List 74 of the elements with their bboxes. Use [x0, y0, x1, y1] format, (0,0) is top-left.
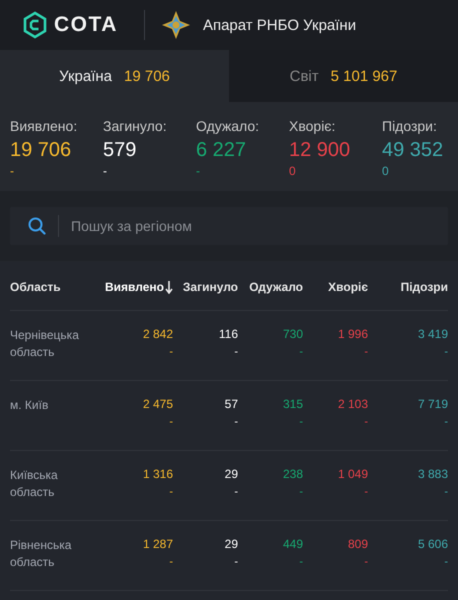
stat-change: - — [196, 164, 200, 178]
cell-change: - — [444, 486, 448, 498]
stat-label: Одужало: — [196, 118, 260, 134]
stat-change: 0 — [289, 164, 296, 178]
table-cell: 2 475 — [142, 397, 173, 411]
table-cell: 2 842 — [142, 327, 173, 341]
emblem-icon — [160, 10, 191, 40]
cell-change: - — [444, 556, 448, 568]
cell-change: - — [299, 486, 303, 498]
table-cell: 1 049 — [338, 467, 368, 481]
table-cell: 2 103 — [338, 397, 368, 411]
column-header[interactable]: Хворіє — [328, 280, 368, 294]
stat-change: - — [10, 164, 14, 178]
stat-change: - — [103, 164, 107, 178]
table-cell: 57 — [224, 397, 238, 411]
stat-label: Виявлено: — [10, 118, 78, 134]
cell-change: - — [234, 346, 238, 358]
table-cell: 1 287 — [142, 537, 173, 551]
table-cell: 809 — [348, 537, 368, 551]
table-cell: 5 606 — [418, 537, 448, 551]
region-name: Київська область — [10, 467, 59, 501]
table-cell: 1 996 — [338, 327, 368, 341]
cell-change: - — [364, 556, 368, 568]
table-cell: 315 — [282, 397, 303, 411]
stat-value: 6 227 — [196, 139, 246, 162]
column-header[interactable]: Загинуло — [182, 280, 238, 294]
table-cell: 7 719 — [418, 397, 448, 411]
cell-change: - — [364, 486, 368, 498]
cell-change: - — [364, 346, 368, 358]
cell-change: - — [299, 346, 303, 358]
table-cell: 3 419 — [418, 327, 448, 341]
cell-change: - — [169, 486, 173, 498]
brand-name[interactable]: COTA — [54, 13, 118, 37]
table-cell: 3 883 — [418, 467, 448, 481]
cell-change: - — [234, 416, 238, 428]
column-header[interactable]: Одужало — [249, 280, 303, 294]
table-cell: 29 — [224, 537, 238, 551]
stat-value: 49 352 — [382, 139, 444, 162]
cell-change: - — [364, 416, 368, 428]
search-input[interactable]: Пошук за регіоном — [71, 218, 448, 234]
stat-label: Загинуло: — [103, 118, 167, 134]
sort-arrow-icon — [165, 280, 173, 294]
cell-change: - — [299, 416, 303, 428]
search-field[interactable]: Пошук за регіоном — [10, 207, 448, 245]
cell-change: - — [234, 556, 238, 568]
cell-change: - — [169, 556, 173, 568]
search-icon[interactable] — [28, 217, 46, 235]
organization-name[interactable]: Апарат РНБО України — [202, 16, 356, 34]
table-cell: 730 — [282, 327, 303, 341]
stat-value: 19 706 — [10, 139, 72, 162]
stat-value: 12 900 — [289, 139, 350, 162]
table-cell: 238 — [282, 467, 303, 481]
column-header[interactable]: Виявлено — [105, 280, 173, 294]
stat-label: Хворіє: — [289, 118, 336, 134]
cell-change: - — [444, 346, 448, 358]
cell-change: - — [169, 346, 173, 358]
cell-change: - — [169, 416, 173, 428]
stat-value: 579 — [103, 139, 136, 162]
table-cell: 1 316 — [142, 467, 173, 481]
cell-change: - — [444, 416, 448, 428]
stat-label: Підозри: — [382, 118, 437, 134]
table-cell: 29 — [224, 467, 238, 481]
table-cell: 449 — [282, 537, 303, 551]
column-header[interactable]: Підозри — [400, 280, 448, 294]
table-cell: 116 — [218, 327, 238, 341]
region-name: Рівненська область — [10, 537, 72, 571]
logo-icon — [22, 11, 48, 39]
region-name: м. Київ — [10, 397, 50, 414]
region-name: Чернівецька область — [10, 327, 80, 361]
column-header[interactable]: Область — [10, 280, 92, 294]
region-tab[interactable]: Світ 5 101 967 — [229, 50, 458, 102]
cell-change: - — [234, 486, 238, 498]
stat-change: 0 — [382, 164, 389, 178]
cell-change: - — [299, 556, 303, 568]
